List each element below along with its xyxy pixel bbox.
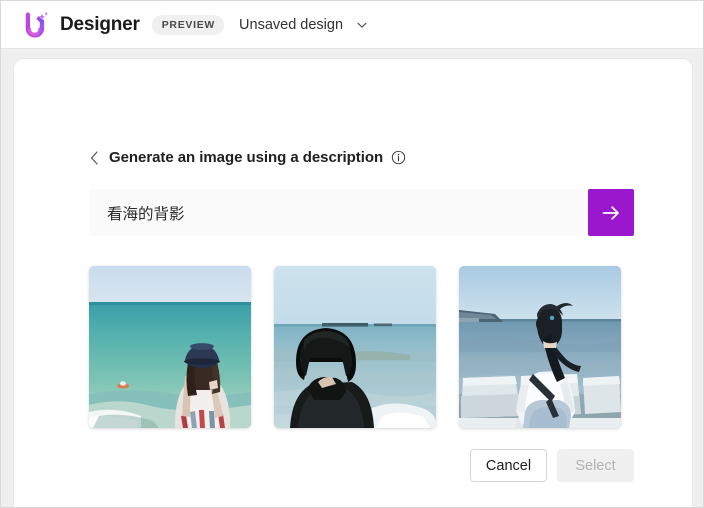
- generated-image-1-graphic: [89, 266, 251, 428]
- dialog-title: Generate an image using a description: [109, 149, 384, 166]
- dialog-footer: Cancel Select: [470, 449, 634, 482]
- chevron-down-icon: [357, 22, 367, 28]
- canvas-panel: Generate an image using a description 看海…: [14, 59, 692, 507]
- generated-image-1[interactable]: [89, 266, 251, 428]
- chevron-left-icon[interactable]: [88, 150, 101, 166]
- prompt-input[interactable]: [89, 189, 586, 236]
- app-header: Designer PREVIEW Unsaved design: [1, 1, 703, 49]
- info-circle-icon[interactable]: [391, 150, 406, 165]
- cancel-button[interactable]: Cancel: [470, 449, 547, 482]
- editor-stage: Generate an image using a description 看海…: [1, 49, 703, 507]
- document-title-dropdown[interactable]: Unsaved design: [239, 17, 368, 33]
- generated-image-3-graphic: [459, 266, 621, 428]
- app-name: Designer: [60, 13, 140, 35]
- select-button[interactable]: Select: [557, 449, 634, 482]
- generated-image-2-graphic: [274, 266, 436, 428]
- generate-submit-button[interactable]: [588, 189, 634, 236]
- arrow-right-icon: [602, 205, 619, 220]
- dialog-header: Generate an image using a description: [88, 149, 406, 166]
- document-title: Unsaved design: [239, 16, 344, 33]
- preview-badge: PREVIEW: [151, 14, 225, 35]
- designer-window: Designer PREVIEW Unsaved design Generate…: [0, 0, 704, 508]
- generated-image-2[interactable]: [274, 266, 436, 428]
- generated-results-grid: [89, 266, 634, 428]
- designer-logo-icon: [25, 12, 48, 37]
- prompt-row: [89, 189, 634, 236]
- generated-image-3[interactable]: [459, 266, 621, 428]
